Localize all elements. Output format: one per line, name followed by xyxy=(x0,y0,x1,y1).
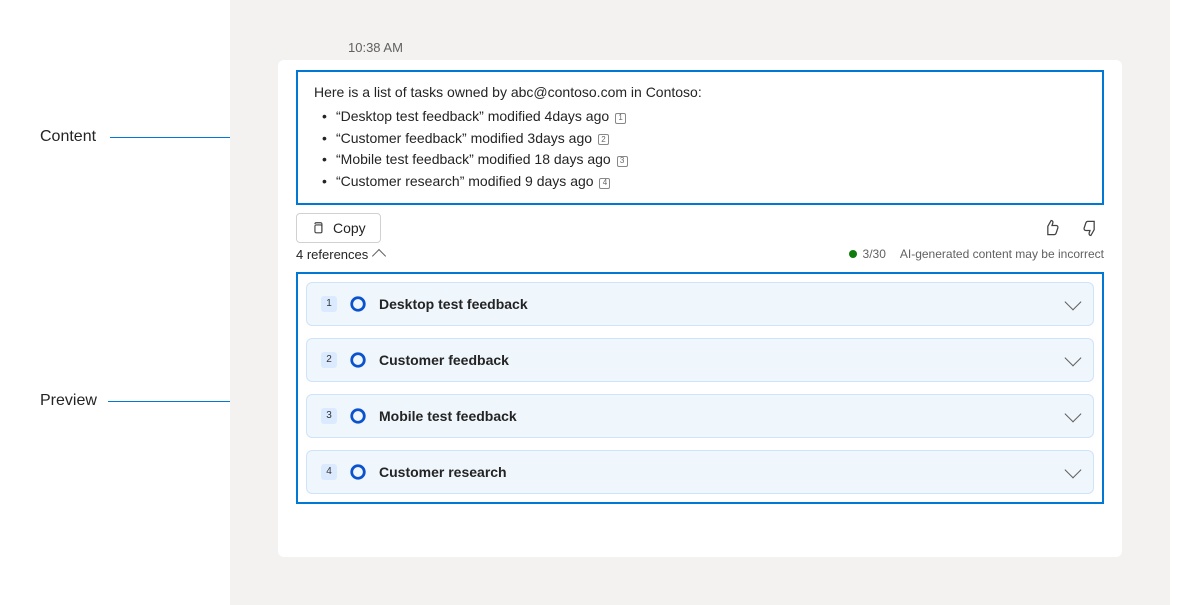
reference-item[interactable]: 2 Customer feedback xyxy=(306,338,1094,382)
usage-indicator: 3/30 xyxy=(849,247,886,261)
thumbs-up-icon xyxy=(1042,218,1062,238)
chevron-down-icon xyxy=(1065,405,1082,422)
message-card: Here is a list of tasks owned by abc@con… xyxy=(278,60,1122,557)
reference-item[interactable]: 3 Mobile test feedback xyxy=(306,394,1094,438)
action-row: Copy xyxy=(296,213,1104,243)
thumbs-down-button[interactable] xyxy=(1076,214,1104,242)
thumbs-down-icon xyxy=(1080,218,1100,238)
caret-up-icon xyxy=(372,249,386,263)
annotation-preview-label: Preview xyxy=(40,392,97,410)
meta-row: 4 references 3/30 AI-generated content m… xyxy=(296,247,1104,262)
reference-number-badge: 3 xyxy=(321,408,337,424)
loop-icon xyxy=(349,295,367,313)
chevron-down-icon xyxy=(1065,349,1082,366)
thumbs-up-button[interactable] xyxy=(1038,214,1066,242)
reference-title: Customer research xyxy=(379,464,507,480)
citation-badge[interactable]: 2 xyxy=(598,134,609,145)
loop-icon xyxy=(349,407,367,425)
loop-icon xyxy=(349,463,367,481)
usage-text: 3/30 xyxy=(863,247,886,261)
status-dot-icon xyxy=(849,250,857,258)
citation-badge[interactable]: 4 xyxy=(599,178,610,189)
reference-number-badge: 1 xyxy=(321,296,337,312)
reference-number-badge: 2 xyxy=(321,352,337,368)
chevron-down-icon xyxy=(1065,293,1082,310)
message-timestamp: 10:38 AM xyxy=(348,40,403,55)
reference-title: Mobile test feedback xyxy=(379,408,517,424)
reference-item[interactable]: 1 Desktop test feedback xyxy=(306,282,1094,326)
references-count-label: 4 references xyxy=(296,247,368,262)
page-canvas: 10:38 AM Here is a list of tasks owned b… xyxy=(230,0,1170,605)
ai-disclaimer: AI-generated content may be incorrect xyxy=(900,247,1104,261)
reference-title: Customer feedback xyxy=(379,352,509,368)
annotation-content-label: Content xyxy=(40,128,96,146)
content-section: Here is a list of tasks owned by abc@con… xyxy=(296,70,1104,205)
chevron-down-icon xyxy=(1065,461,1082,478)
task-list-item: “Customer research” modified 9 days ago … xyxy=(336,171,1086,193)
reference-item[interactable]: 4 Customer research xyxy=(306,450,1094,494)
preview-section: 1 Desktop test feedback 2 Customer feedback… xyxy=(296,272,1104,504)
loop-icon xyxy=(349,351,367,369)
reference-title: Desktop test feedback xyxy=(379,296,528,312)
task-list-item: “Desktop test feedback” modified 4days a… xyxy=(336,106,1086,128)
references-toggle[interactable]: 4 references xyxy=(296,247,384,262)
task-list-item: “Mobile test feedback” modified 18 days … xyxy=(336,149,1086,171)
citation-badge[interactable]: 3 xyxy=(617,156,628,167)
copy-button[interactable]: Copy xyxy=(296,213,381,243)
task-list: “Desktop test feedback” modified 4days a… xyxy=(314,106,1086,193)
content-intro-text: Here is a list of tasks owned by abc@con… xyxy=(314,84,1086,100)
task-list-item: “Customer feedback” modified 3days ago 2 xyxy=(336,128,1086,150)
copy-icon xyxy=(311,221,325,235)
copy-button-label: Copy xyxy=(333,220,366,236)
reference-number-badge: 4 xyxy=(321,464,337,480)
citation-badge[interactable]: 1 xyxy=(615,113,626,124)
